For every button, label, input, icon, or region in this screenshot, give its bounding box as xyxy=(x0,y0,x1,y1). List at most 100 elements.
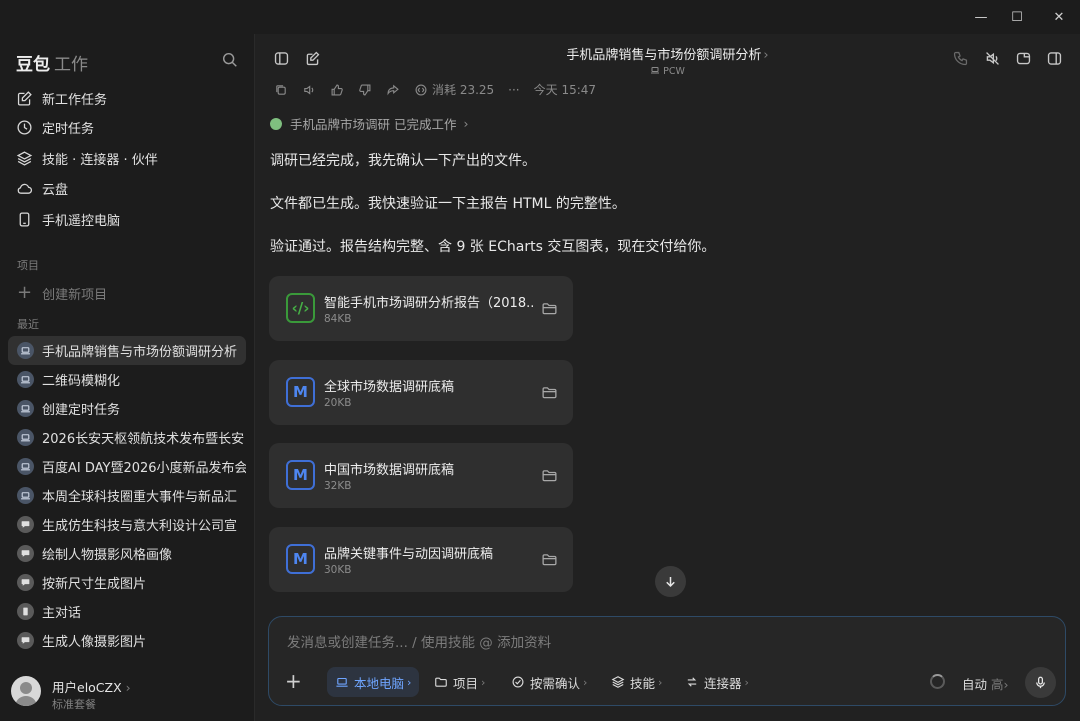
doc-icon xyxy=(17,603,34,620)
nav-scheduled-tasks[interactable]: 定时任务 xyxy=(8,113,246,141)
nav-phone-remote[interactable]: 手机遥控电脑 xyxy=(8,205,246,233)
file-card[interactable]: M 全球市场数据调研底稿 20KB xyxy=(269,360,573,425)
nav-cloud-drive[interactable]: 云盘 xyxy=(8,174,246,202)
project-chip[interactable]: 项目 › xyxy=(426,667,493,697)
recent-item[interactable]: 百度AI DAY暨2026小度新品发布会 xyxy=(8,452,246,481)
message-input[interactable] xyxy=(287,633,987,653)
thumbs-up-icon[interactable] xyxy=(330,83,344,97)
local-computer-chip[interactable]: 本地电脑 › xyxy=(327,667,420,697)
share-window-icon[interactable] xyxy=(1012,47,1034,69)
user-profile[interactable] xyxy=(11,676,41,706)
user-name-text: 用户eloCZX xyxy=(52,680,122,695)
more-icon[interactable]: ··· xyxy=(508,83,519,97)
chip-label: 技能 xyxy=(630,675,656,691)
token-icon xyxy=(415,84,427,95)
file-size: 30KB xyxy=(324,564,352,576)
recent-item-label: 绘制人物摄影风格画像 xyxy=(42,548,173,563)
device-name: PCW xyxy=(663,66,685,77)
recent-item[interactable]: 创建定时任务 xyxy=(8,394,246,423)
new-chat-icon[interactable] xyxy=(301,47,323,69)
message-paragraph: 调研已经完成，我先确认一下产出的文件。 xyxy=(270,153,536,169)
laptop-icon xyxy=(17,342,34,359)
recent-item[interactable]: 生成仿生科技与意大利设计公司宣 xyxy=(8,510,246,539)
laptop-icon xyxy=(17,371,34,388)
chat-icon xyxy=(17,632,34,649)
laptop-icon xyxy=(17,400,34,417)
laptop-icon xyxy=(17,429,34,446)
conversation-title-text: 手机品牌销售与市场份额调研分析 xyxy=(566,48,762,63)
chat-icon xyxy=(17,516,34,533)
folder-icon[interactable] xyxy=(541,467,558,484)
nav-skills-connectors[interactable]: 技能 · 连接器 · 伙伴 xyxy=(8,144,246,172)
scroll-to-bottom-button[interactable] xyxy=(655,566,686,597)
nav-new-task[interactable]: 新工作任务 xyxy=(8,84,246,112)
brand-subtitle: 工作 xyxy=(54,55,88,75)
file-card[interactable]: M 中国市场数据调研底稿 32KB xyxy=(269,443,573,508)
folder-icon[interactable] xyxy=(541,551,558,568)
create-project-button[interactable]: + 创建新项目 xyxy=(8,282,246,304)
file-card[interactable]: ‹/› 智能手机市场调研分析报告（2018... 84KB xyxy=(269,276,573,341)
call-icon[interactable] xyxy=(949,47,971,69)
recent-item[interactable]: 生成人像摄影图片 xyxy=(8,626,246,655)
folder-icon[interactable] xyxy=(541,384,558,401)
confirm-mode-chip[interactable]: 按需确认 › xyxy=(503,667,595,697)
check-circle-icon xyxy=(512,676,524,688)
chevron-right-icon: › xyxy=(407,675,412,689)
attach-plus-button[interactable]: + xyxy=(285,671,302,691)
phone-icon xyxy=(19,211,30,227)
minimize-button[interactable]: — xyxy=(962,0,1000,34)
microphone-button[interactable] xyxy=(1025,667,1056,698)
recent-item-label: 创建定时任务 xyxy=(42,403,121,418)
message-time: 今天 15:47 xyxy=(533,83,597,97)
usage-stat: 消耗 23.25 xyxy=(414,81,494,98)
recent-item[interactable]: 二维码模糊化 xyxy=(8,365,246,394)
folder-icon xyxy=(435,677,447,687)
close-button[interactable]: ✕ xyxy=(1040,0,1078,34)
auto-mode-selector[interactable]: 自动 高› xyxy=(962,674,1009,693)
file-size: 20KB xyxy=(324,397,352,409)
layers-icon xyxy=(611,676,625,688)
connectors-chip[interactable]: 连接器 › xyxy=(677,667,757,697)
copy-icon[interactable] xyxy=(274,83,288,97)
mute-icon[interactable] xyxy=(981,47,1003,69)
chat-icon xyxy=(17,545,34,562)
task-status[interactable]: 手机品牌市场调研 已完成工作 › xyxy=(270,114,468,133)
folder-icon[interactable] xyxy=(541,300,558,317)
chip-label: 本地电脑 xyxy=(354,675,405,691)
recent-item[interactable]: 本周全球科技圈重大事件与新品汇 xyxy=(8,481,246,510)
skills-chip[interactable]: 技能 › xyxy=(603,667,670,697)
nav-label: 手机遥控电脑 xyxy=(42,213,121,229)
app-brand: 豆包 工作 xyxy=(16,50,88,75)
user-name[interactable]: 用户eloCZX › xyxy=(52,677,131,696)
code-file-icon: ‹/› xyxy=(286,293,315,323)
recent-item[interactable]: 手机品牌销售与市场份额调研分析 xyxy=(8,336,246,365)
recent-item-label: 手机品牌销售与市场份额调研分析 xyxy=(42,345,238,360)
toggle-sidebar-icon[interactable] xyxy=(270,47,292,69)
loading-spinner-icon xyxy=(930,674,945,689)
speaker-icon[interactable] xyxy=(302,83,316,97)
chevron-right-icon: › xyxy=(583,675,588,689)
laptop-icon xyxy=(651,67,660,74)
recent-item-label: 本周全球科技圈重大事件与新品汇 xyxy=(42,490,238,505)
projects-section-label: 项目 xyxy=(17,259,39,272)
cloud-icon xyxy=(17,183,33,194)
laptop-icon xyxy=(336,677,348,687)
recent-item[interactable]: 按新尺寸生成图片 xyxy=(8,568,246,597)
recent-item[interactable]: 主对话 xyxy=(8,597,246,626)
recent-item[interactable]: 绘制人物摄影风格画像 xyxy=(8,539,246,568)
avatar xyxy=(11,676,41,706)
share-icon[interactable] xyxy=(386,83,400,97)
recent-item[interactable]: 2026长安天枢领航技术发布暨长安 xyxy=(8,423,246,452)
file-card[interactable]: M 品牌关键事件与动因调研底稿 30KB xyxy=(269,527,573,592)
markdown-file-icon: M xyxy=(286,544,315,574)
auto-mode-label: 自动 xyxy=(962,677,988,692)
thumbs-down-icon[interactable] xyxy=(358,83,372,97)
search-icon[interactable] xyxy=(221,51,241,71)
nav-label: 云盘 xyxy=(42,182,69,198)
chevron-right-icon: › xyxy=(1003,677,1009,692)
file-name: 智能手机市场调研分析报告（2018... xyxy=(324,296,534,311)
toggle-panel-icon[interactable] xyxy=(1043,47,1065,69)
message-paragraph: 文件都已生成。我快速验证一下主报告 HTML 的完整性。 xyxy=(270,196,626,212)
chevron-right-icon: › xyxy=(463,116,469,131)
maximize-button[interactable]: ☐ xyxy=(998,0,1036,34)
